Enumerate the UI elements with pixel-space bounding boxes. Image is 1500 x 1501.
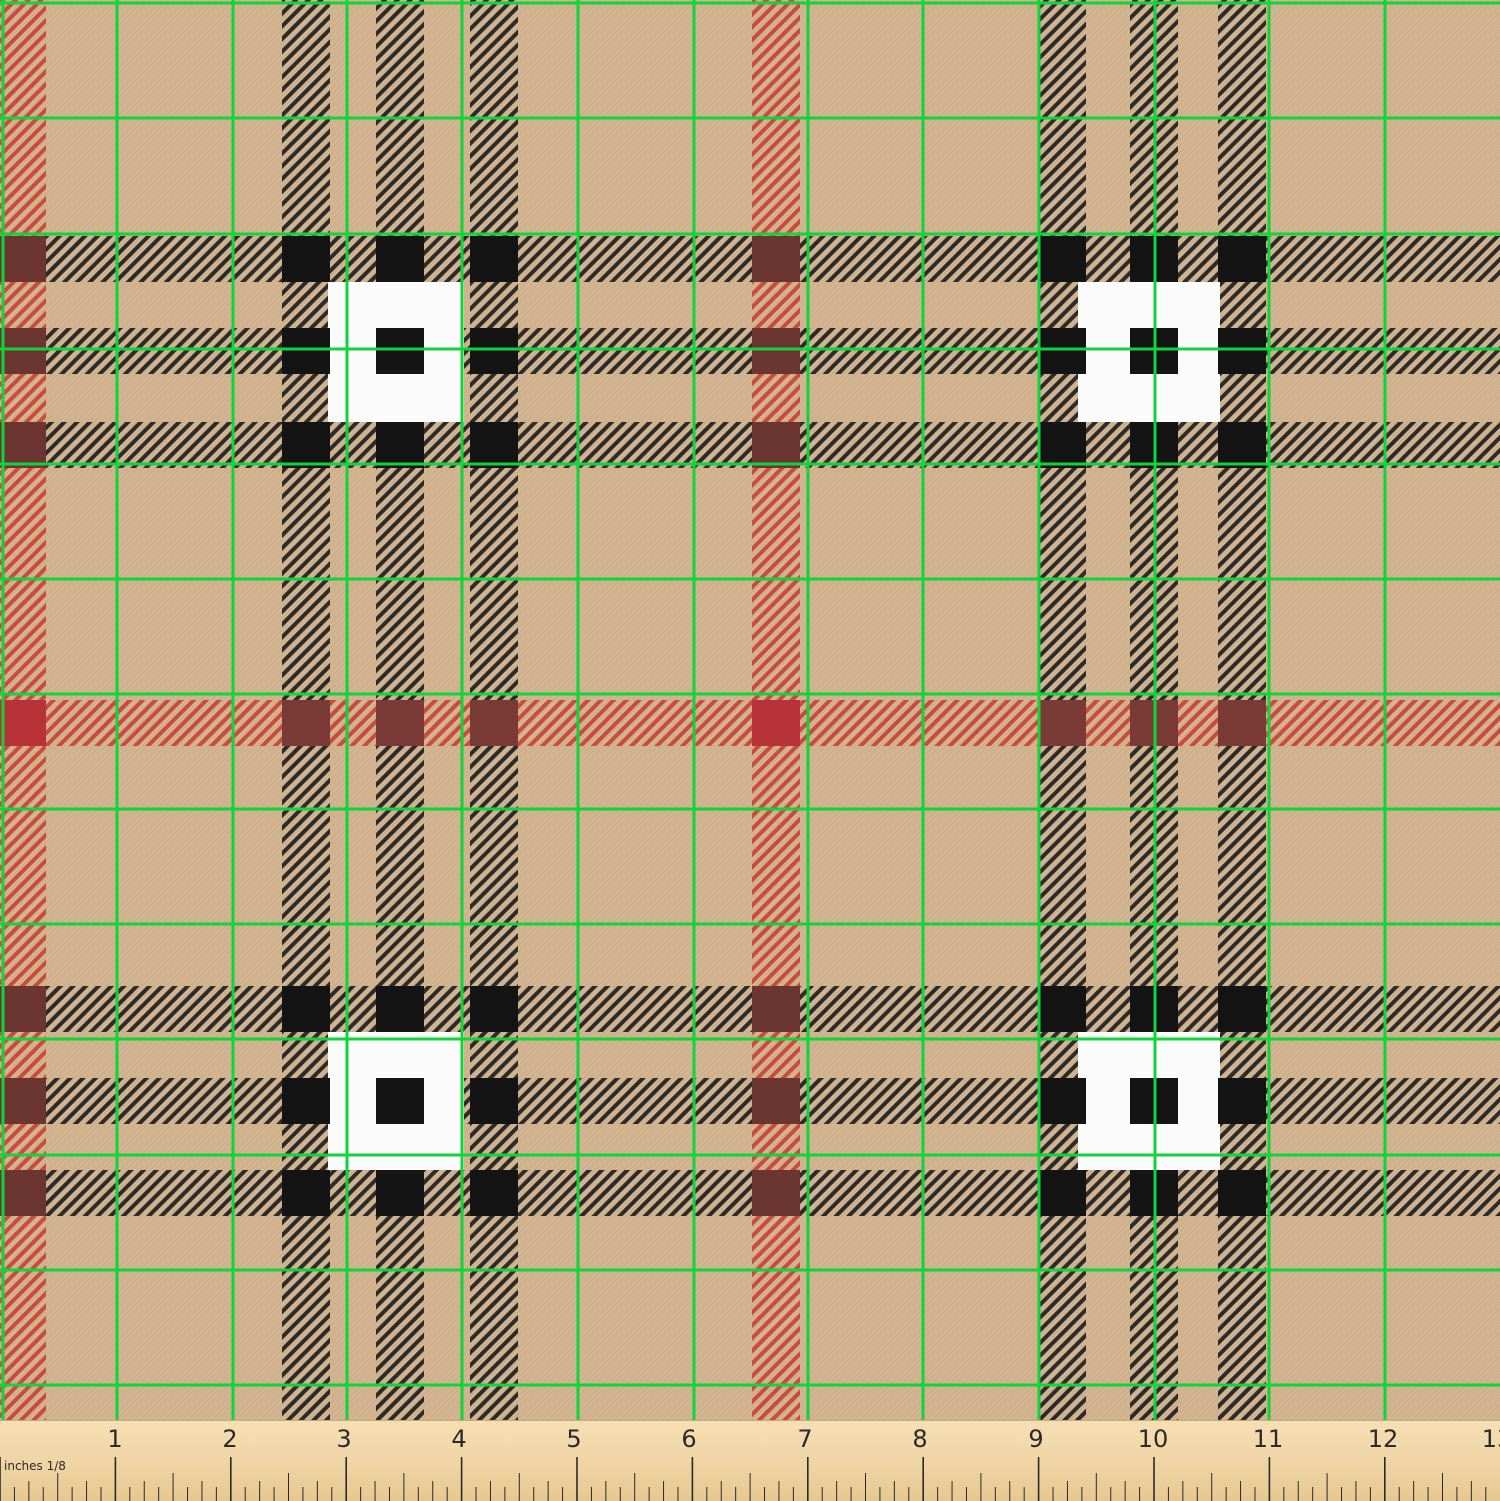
black-check [470, 1078, 518, 1124]
ruler-number-8: 8 [912, 1425, 928, 1453]
horizontal-black-stripe [0, 236, 1500, 282]
black-check [470, 236, 518, 282]
ruler-number-5: 5 [566, 1425, 582, 1453]
dark-red-check [752, 422, 800, 468]
dark-red-check [752, 986, 800, 1032]
horizontal-black-stripe [0, 422, 1500, 468]
black-check [1218, 236, 1266, 282]
ruler-number-6: 6 [681, 1425, 697, 1453]
dark-red-check [752, 1170, 800, 1216]
red-check [752, 700, 800, 746]
black-check [376, 236, 424, 282]
dark-red-check [752, 1078, 800, 1124]
dark-red-check [470, 700, 518, 746]
dark-red-check [0, 986, 46, 1032]
dark-red-check [0, 422, 46, 468]
black-check [282, 236, 330, 282]
black-check [470, 328, 518, 374]
horizontal-black-stripe [0, 986, 1500, 1032]
ruler-number-7: 7 [797, 1425, 813, 1453]
dark-red-check [1038, 700, 1086, 746]
ruler-number-1: 1 [107, 1425, 123, 1453]
red-check [0, 700, 46, 746]
horizontal-black-stripe [0, 328, 1500, 374]
measuring-ruler: 1 2 3 4 5 6 7 8 9 10 11 12 13 inches 1/8 [0, 1420, 1500, 1501]
dark-red-check [376, 700, 424, 746]
horizontal-black-stripe [0, 1170, 1500, 1216]
black-check [1038, 422, 1086, 468]
black-check [376, 1170, 424, 1216]
black-check [470, 422, 518, 468]
black-check [282, 1078, 330, 1124]
black-check [1218, 422, 1266, 468]
dark-red-check [0, 1078, 46, 1124]
black-check [1038, 236, 1086, 282]
ruler-number-3: 3 [336, 1425, 352, 1453]
black-check [1218, 986, 1266, 1032]
dark-red-check [1218, 700, 1266, 746]
black-check [470, 986, 518, 1032]
black-check [376, 986, 424, 1032]
ruler-number-13: 13 [1481, 1425, 1500, 1453]
plaid-fabric-swatch [0, 0, 1500, 1500]
black-check [1218, 1078, 1266, 1124]
ruler-number-10: 10 [1137, 1425, 1169, 1453]
black-check [470, 1170, 518, 1216]
black-check [1038, 986, 1086, 1032]
black-check [282, 986, 330, 1032]
ruler-number-12: 12 [1367, 1425, 1399, 1453]
dark-red-check [752, 236, 800, 282]
black-check [1218, 1170, 1266, 1216]
black-check [282, 422, 330, 468]
ruler-unit-label: inches 1/8 [4, 1459, 66, 1473]
black-check [1218, 328, 1266, 374]
fabric-base [0, 0, 1500, 1500]
ruler-number-9: 9 [1028, 1425, 1044, 1453]
horizontal-red-stripe [0, 700, 1500, 746]
ruler-number-11: 11 [1252, 1425, 1284, 1453]
black-check [282, 1170, 330, 1216]
dark-red-check [0, 1170, 46, 1216]
black-check [1038, 1078, 1086, 1124]
black-check [282, 328, 330, 374]
dark-red-check [0, 236, 46, 282]
black-check [376, 328, 424, 374]
ruler-number-2: 2 [222, 1425, 238, 1453]
black-check [1038, 1170, 1086, 1216]
horizontal-black-stripe [0, 1078, 1500, 1124]
dark-red-check [0, 328, 46, 374]
black-check [376, 1078, 424, 1124]
black-check [1038, 328, 1086, 374]
ruler-number-4: 4 [451, 1425, 467, 1453]
dark-red-check [752, 328, 800, 374]
dark-red-check [282, 700, 330, 746]
black-check [376, 422, 424, 468]
